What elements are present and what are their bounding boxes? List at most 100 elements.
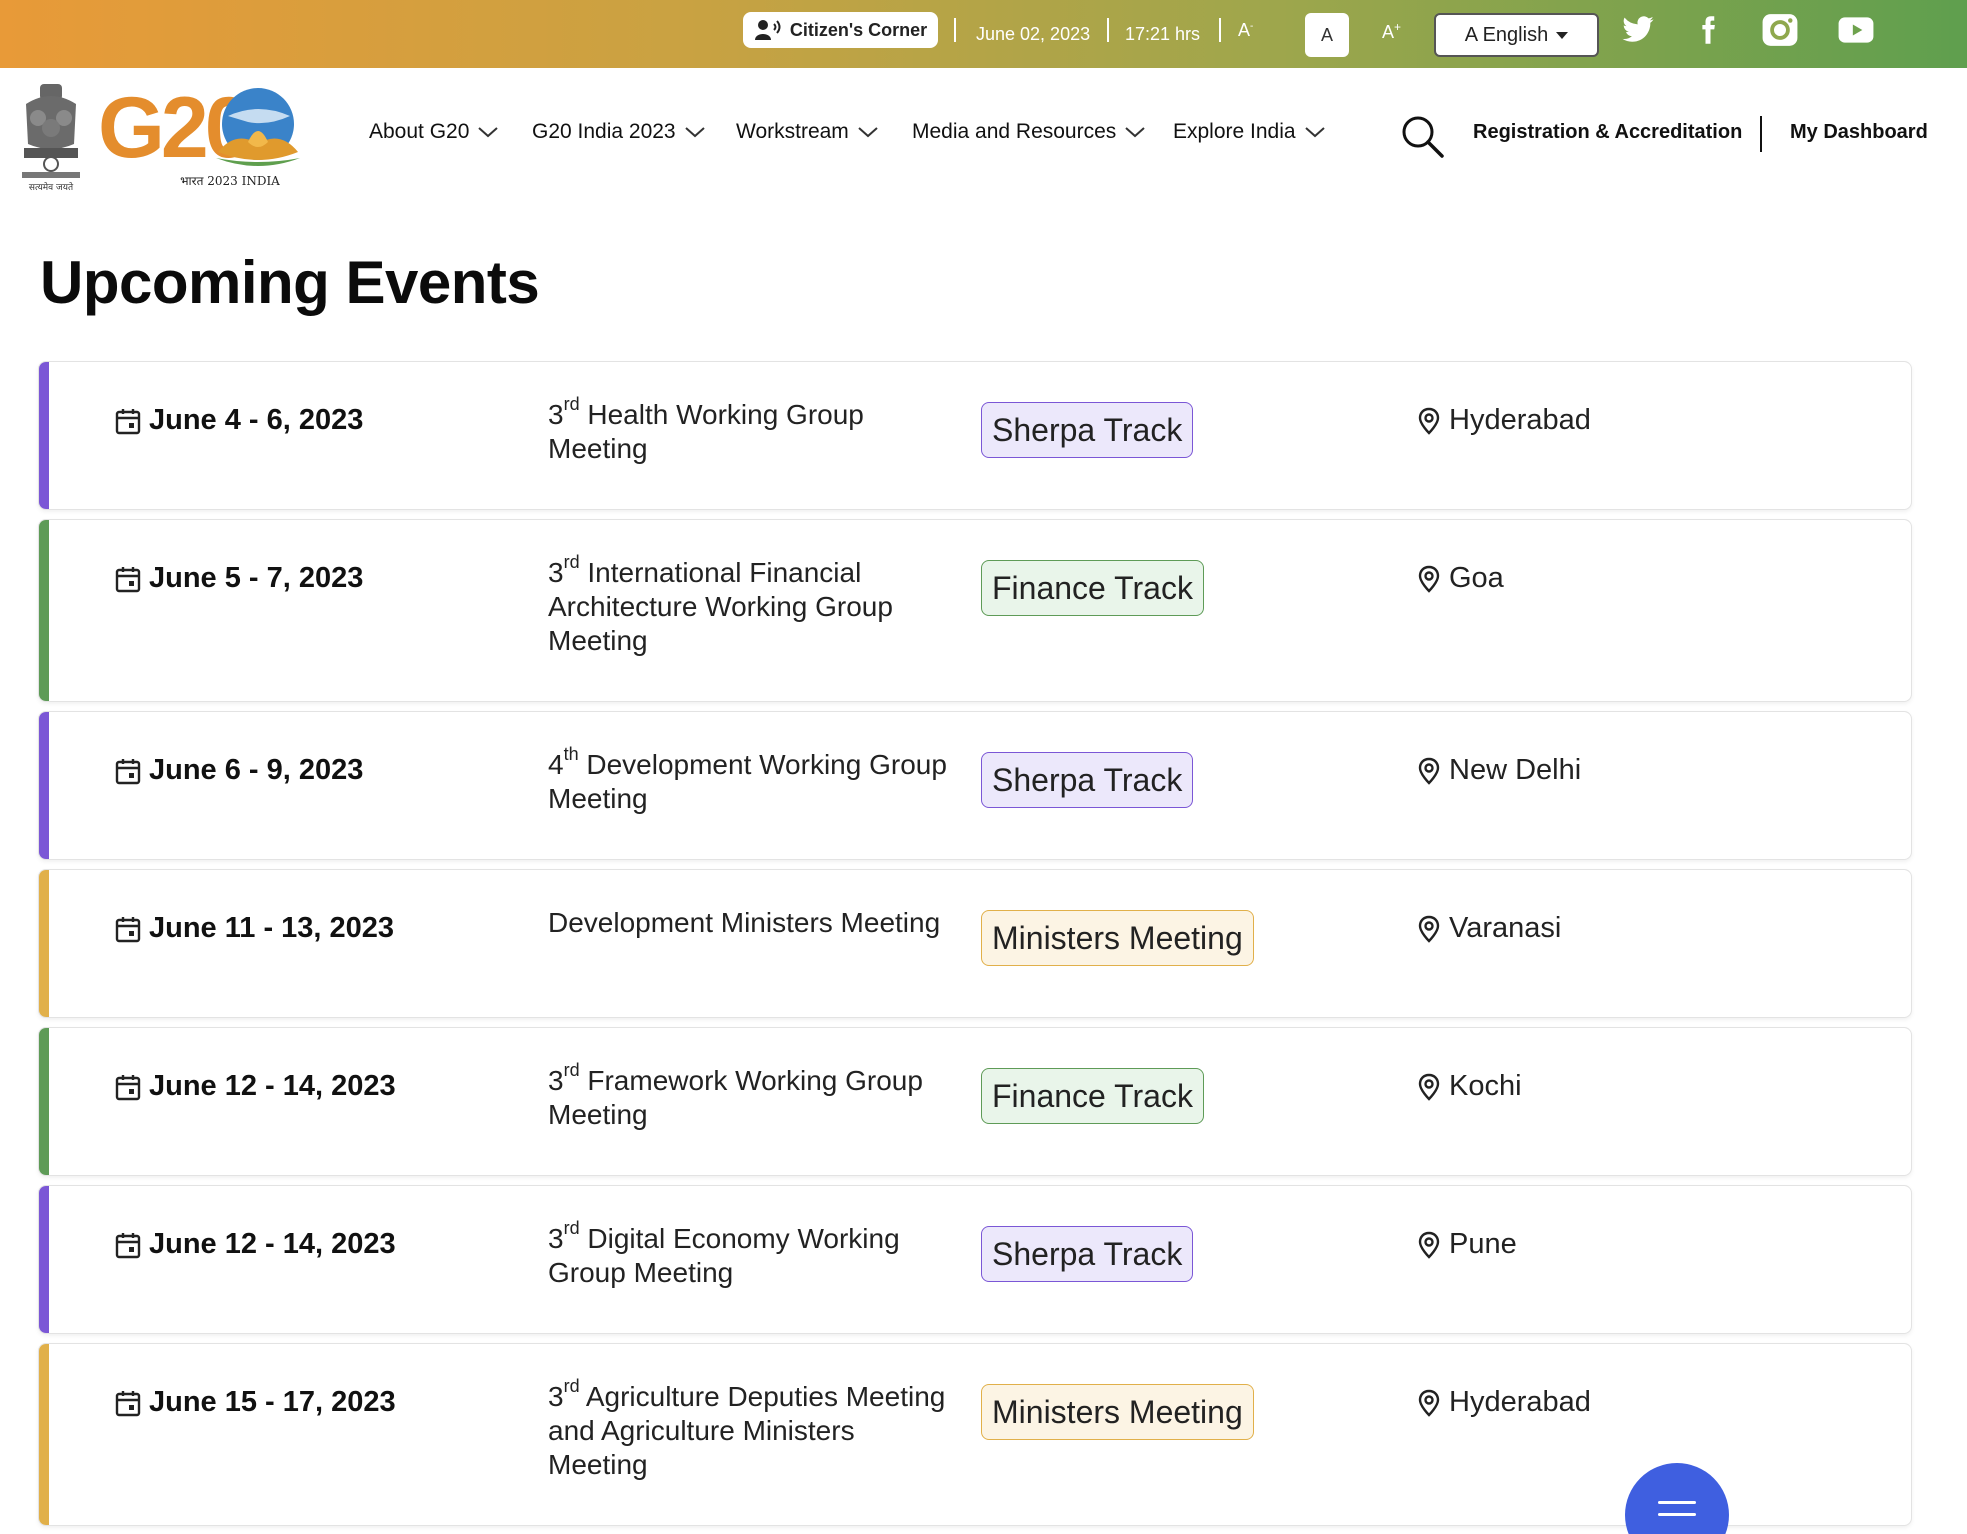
event-ordinal-suffix: rd (563, 551, 580, 572)
speaker-person-icon (754, 20, 781, 40)
nav-workstream-label: Workstream (736, 120, 849, 143)
event-card[interactable]: June 6 - 9, 2023 4th Development Working … (38, 711, 1912, 860)
event-ordinal-number: 3 (548, 399, 564, 430)
event-title-text: International Financial Architecture Wor… (548, 557, 893, 656)
event-title-text: Development Working Group Meeting (548, 749, 947, 814)
event-location-text: Pune (1449, 1228, 1517, 1260)
track-color-stripe (39, 1344, 49, 1525)
event-ordinal-suffix: rd (563, 1059, 580, 1080)
event-ordinal-suffix: th (563, 743, 579, 764)
event-ordinal-suffix: rd (563, 1375, 580, 1396)
event-title[interactable]: Development Ministers Meeting (548, 906, 948, 940)
location-pin-icon (1418, 1389, 1440, 1417)
event-title[interactable]: 3rd Agriculture Deputies Meeting and Agr… (548, 1377, 948, 1482)
event-title[interactable]: 3rd Digital Economy Working Group Meetin… (548, 1219, 948, 1290)
divider (954, 18, 956, 42)
nav-about-g20-label: About G20 (369, 120, 470, 143)
event-card[interactable]: June 12 - 14, 2023 3rd Digital Economy Wo… (38, 1185, 1912, 1334)
event-location: Kochi (1417, 1070, 1522, 1103)
track-badge-label: Ministers Meeting (992, 919, 1243, 956)
calendar-icon (115, 408, 141, 434)
location-pin-icon (1418, 407, 1440, 435)
g20-logo[interactable]: G20 भारत 2023 INDIA (98, 82, 302, 192)
event-ordinal-number: 4 (548, 749, 564, 780)
event-date: June 4 - 6, 2023 (115, 404, 363, 437)
language-select[interactable]: A English (1434, 13, 1599, 57)
track-badge: Sherpa Track (981, 402, 1194, 458)
location-pin-icon (1418, 1073, 1440, 1101)
chevron-down-icon (478, 127, 499, 138)
nav-explore-india-label: Explore India (1173, 120, 1296, 143)
calendar-icon (115, 758, 141, 784)
event-title[interactable]: 3rd International Financial Architecture… (548, 553, 948, 658)
search-icon[interactable] (1400, 114, 1444, 158)
nav-media-and-resources-label: Media and Resources (912, 120, 1117, 143)
my-dashboard-link[interactable]: My Dashboard (1790, 121, 1928, 144)
nav-explore-india[interactable]: Explore India (1173, 120, 1326, 144)
event-date: June 11 - 13, 2023 (115, 912, 394, 945)
instagram-icon[interactable] (1756, 8, 1804, 52)
twitter-icon[interactable] (1614, 8, 1662, 52)
nav-workstream[interactable]: Workstream (736, 120, 879, 144)
menu-line (1658, 1513, 1696, 1516)
nav-about-g20[interactable]: About G20 (369, 120, 499, 144)
event-card[interactable]: June 4 - 6, 2023 3rd Health Working Group… (38, 361, 1912, 510)
logo-caption: भारत 2023 INDIA (180, 174, 280, 188)
page-title: Upcoming Events (40, 249, 540, 316)
event-ordinal-number: 3 (548, 1065, 564, 1096)
current-time: 17:21 hrs (1125, 23, 1201, 44)
facebook-icon[interactable] (1684, 8, 1732, 52)
event-title[interactable]: 4th Development Working Group Meeting (548, 745, 948, 816)
font-decrease-label: A (1238, 20, 1251, 40)
nav-g20-india-2023[interactable]: G20 India 2023 (532, 120, 706, 144)
font-decrease-suffix: - (1250, 21, 1254, 32)
event-card[interactable]: June 5 - 7, 2023 3rd International Financ… (38, 519, 1912, 702)
event-date: June 15 - 17, 2023 (115, 1386, 396, 1419)
nav-media-and-resources[interactable]: Media and Resources (912, 120, 1146, 144)
citizens-corner-label: Citizen's Corner (789, 19, 928, 40)
divider (1107, 18, 1109, 42)
citizens-corner-button[interactable]: Citizen's Corner (743, 12, 938, 48)
location-pin-icon (1418, 915, 1440, 943)
event-title[interactable]: 3rd Health Working Group Meeting (548, 395, 948, 466)
font-increase-suffix: + (1394, 20, 1402, 34)
event-title-text: Agriculture Deputies Meeting and Agricul… (548, 1381, 946, 1480)
track-badge-label: Finance Track (992, 569, 1193, 606)
font-decrease-button[interactable]: A- (1238, 20, 1253, 41)
track-badge: Sherpa Track (981, 752, 1194, 808)
track-color-stripe (39, 362, 49, 509)
event-card[interactable]: June 12 - 14, 2023 3rd Framework Working … (38, 1027, 1912, 1176)
language-label: A English (1464, 23, 1549, 46)
youtube-icon[interactable] (1832, 8, 1880, 52)
calendar-icon (115, 1390, 141, 1416)
registration-accreditation-link[interactable]: Registration & Accreditation (1473, 121, 1742, 144)
menu-line (1658, 1501, 1696, 1504)
track-color-stripe (39, 520, 49, 701)
event-location: Varanasi (1417, 912, 1561, 945)
caret-down-icon (1556, 31, 1569, 39)
divider (1219, 18, 1221, 42)
events-list: June 4 - 6, 2023 3rd Health Working Group… (38, 361, 1912, 1534)
event-card[interactable]: June 11 - 13, 2023 Development Ministers … (38, 869, 1912, 1018)
location-pin-icon (1418, 1231, 1440, 1259)
track-badge-label: Finance Track (992, 1077, 1193, 1114)
event-title[interactable]: 3rd Framework Working Group Meeting (548, 1061, 948, 1132)
event-date: June 12 - 14, 2023 (115, 1228, 396, 1261)
event-date-text: June 12 - 14, 2023 (149, 1070, 396, 1102)
track-badge-label: Sherpa Track (992, 411, 1183, 448)
event-location: Hyderabad (1417, 1386, 1591, 1419)
chevron-down-icon (858, 127, 878, 138)
chevron-down-icon (1304, 127, 1325, 138)
font-increase-button[interactable]: A+ (1382, 20, 1401, 43)
calendar-icon (115, 1232, 141, 1258)
chevron-down-icon (1125, 127, 1145, 138)
font-increase-label: A (1382, 22, 1395, 42)
event-location-text: Hyderabad (1449, 404, 1591, 436)
font-normal-button[interactable]: A (1305, 13, 1349, 57)
top-utility-bar: Citizen's Corner June 02, 2023 17:21 hrs… (0, 0, 1967, 68)
event-date-text: June 6 - 9, 2023 (149, 754, 364, 786)
track-badge: Finance Track (981, 560, 1204, 616)
national-emblem-icon[interactable]: सत्यमेव जयते (16, 82, 86, 194)
event-title-text: Health Working Group Meeting (548, 399, 864, 464)
nav-g20-india-2023-label: G20 India 2023 (532, 120, 676, 143)
